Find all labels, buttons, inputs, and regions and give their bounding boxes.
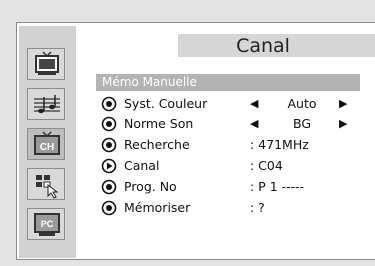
sidebar: CH PC [19,26,76,258]
right-arrow-icon[interactable]: ▶ [339,117,347,130]
bullet-icon [101,179,117,195]
channel-icon-label: CH [40,142,54,153]
menu-item-label: Canal [124,158,160,173]
menu-item-value: : C04 [250,158,283,173]
menu-item-label: Prog. No [124,179,177,194]
menu-item-value: Auto [287,96,317,111]
setup-menu-button[interactable] [27,168,65,200]
menu-item[interactable]: Syst. Couleur ◀ Auto ▶ [96,94,356,113]
bullet-icon [101,137,117,153]
left-arrow-icon[interactable]: ◀ [250,117,258,130]
menu-item-value: BG [292,116,312,131]
menu-title: Canal [236,35,290,57]
right-arrow-icon[interactable]: ▶ [339,97,347,110]
menu-item[interactable]: Norme Son ◀ BG ▶ [96,114,356,133]
sound-menu-button[interactable] [27,88,65,120]
pc-menu-button[interactable]: PC [27,208,65,240]
menu-item-value: : 471MHz [250,137,309,152]
menu-item-value: : P 1 ----- [250,179,305,194]
channel-icon: CH [34,131,60,155]
section-header: Mémo Manuelle [96,74,360,91]
picture-menu-button[interactable] [27,48,65,80]
sound-icon [34,95,60,114]
menu-item[interactable]: Prog. No : P 1 ----- [96,177,356,196]
bullet-icon [101,200,117,216]
menu-item-value: : ? [250,200,265,215]
channel-menu-button[interactable]: CH [27,128,65,160]
menu-item-label: Mémoriser [124,200,191,215]
left-arrow-icon[interactable]: ◀ [250,97,258,110]
menu-item[interactable]: Recherche : 471MHz [96,135,356,154]
bullet-icon [101,116,117,132]
menu-item-label: Syst. Couleur [124,96,208,111]
pc-icon-label: PC [41,219,54,229]
bullet-icon [101,96,117,112]
pc-icon: PC [34,213,60,236]
menu-item-label: Recherche [124,137,190,152]
picture-icon [35,51,59,75]
menu-item[interactable]: Canal : C04 [96,156,356,175]
play-icon [101,158,117,174]
menu-item[interactable]: Mémoriser : ? [96,198,356,217]
menu-item-label: Norme Son [124,116,194,131]
setup-icon [36,175,59,199]
